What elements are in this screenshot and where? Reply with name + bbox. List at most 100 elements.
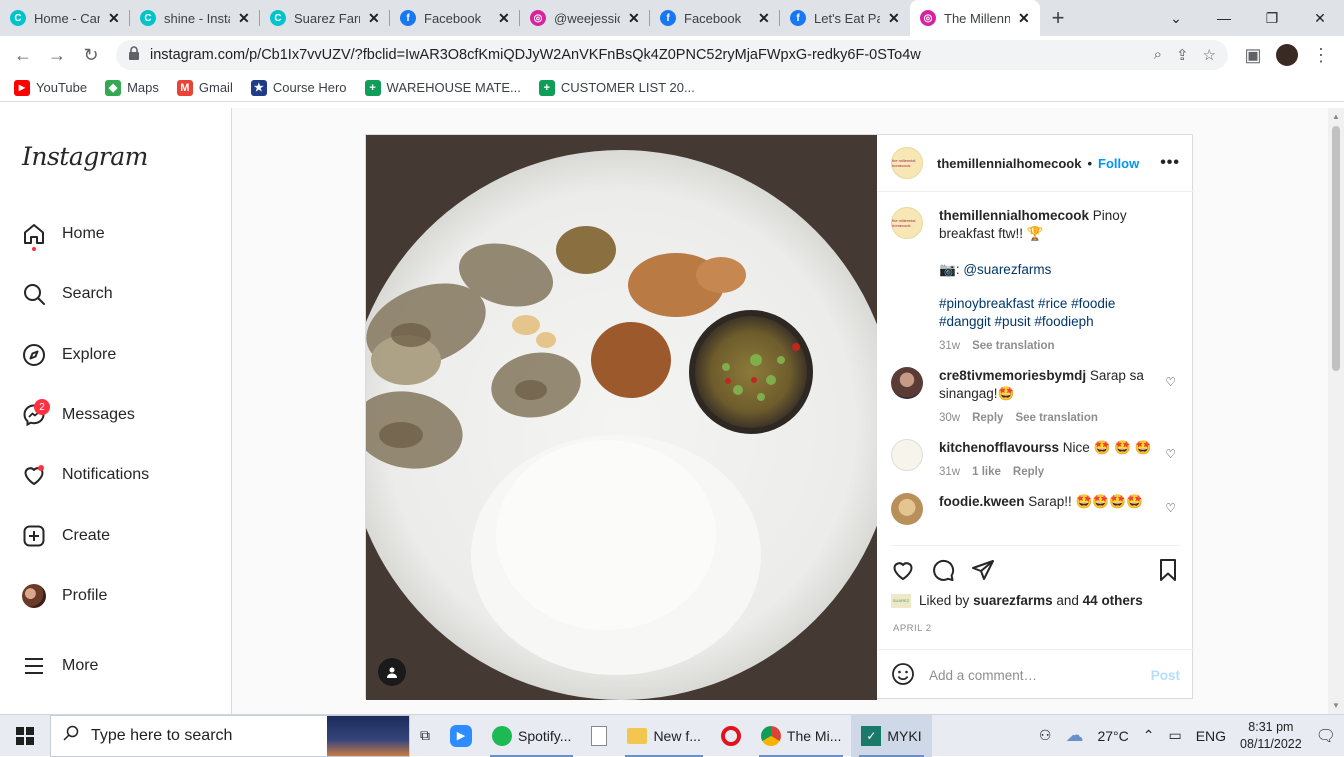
commenter-username[interactable]: kitchenofflavourss <box>939 440 1059 455</box>
restore-icon[interactable]: ❐ <box>1248 0 1296 36</box>
taskbar-app-file-explorer[interactable]: New f... <box>617 715 710 757</box>
tab-home-canva[interactable]: C Home - Canva ✕ <box>0 0 130 36</box>
sidebar-item-messages[interactable]: 2 Messages <box>20 395 220 435</box>
close-icon[interactable]: ✕ <box>108 10 120 27</box>
close-icon[interactable]: ✕ <box>498 10 510 27</box>
like-comment-heart-icon[interactable]: ♡ <box>1165 375 1176 389</box>
sidebar-item-profile[interactable]: Profile <box>20 576 220 616</box>
instagram-logo[interactable]: Instagram <box>22 142 148 171</box>
liker-avatar[interactable]: SUAREZ <box>891 593 911 608</box>
close-icon[interactable]: ✕ <box>628 10 640 27</box>
post-photo[interactable] <box>366 135 877 700</box>
minimize-icon[interactable]: — <box>1200 0 1248 36</box>
comment-bubble-icon[interactable] <box>931 558 955 585</box>
weather-temp[interactable]: 27°C <box>1097 728 1128 744</box>
tab-suarez-farms[interactable]: C Suarez Farms ✕ <box>260 0 390 36</box>
menu-kebab-icon[interactable]: ⋮ <box>1306 40 1336 70</box>
bookmark-star-icon[interactable]: ☆ <box>1203 46 1216 64</box>
forward-icon[interactable]: → <box>42 40 72 70</box>
language-indicator[interactable]: ENG <box>1196 728 1226 744</box>
comment-likes[interactable]: 1 like <box>972 463 1001 481</box>
reload-icon[interactable]: ↻ <box>76 40 106 70</box>
file-icon[interactable] <box>581 715 617 757</box>
scroll-up-arrow-icon[interactable]: ▲ <box>1332 112 1340 121</box>
chevron-up-icon[interactable]: ⌃ <box>1143 727 1155 744</box>
sidebar-item-explore[interactable]: Explore <box>20 335 220 375</box>
like-comment-heart-icon[interactable]: ♡ <box>1165 501 1176 515</box>
close-icon[interactable]: ✕ <box>888 10 900 27</box>
scrollbar-thumb[interactable] <box>1332 126 1340 371</box>
like-heart-icon[interactable] <box>891 558 915 585</box>
taskbar-app-myki[interactable]: ✓ MYKI <box>851 714 932 757</box>
author-avatar[interactable]: the millennial homecook <box>891 207 923 239</box>
sidebar-item-home[interactable]: Home <box>20 214 220 254</box>
close-icon[interactable]: ✕ <box>758 10 770 27</box>
bookmark-warehouse[interactable]: + WAREHOUSE MATE... <box>364 79 521 96</box>
see-translation-link[interactable]: See translation <box>972 337 1054 355</box>
bookmark-course-hero[interactable]: ★ Course Hero <box>250 79 347 96</box>
tab-the-millennial[interactable]: ◎ The Millennial ✕ <box>910 0 1040 36</box>
post-date[interactable]: APRIL 2 <box>893 623 932 634</box>
commenter-avatar[interactable] <box>891 439 923 471</box>
post-comment-button[interactable]: Post <box>1151 668 1180 683</box>
liked-others-link[interactable]: 44 others <box>1083 593 1143 608</box>
page-scrollbar[interactable]: ▲ ▼ <box>1328 108 1344 714</box>
profile-avatar[interactable] <box>1272 40 1302 70</box>
close-window-icon[interactable]: ✕ <box>1296 0 1344 36</box>
bookmark-customer-list[interactable]: + CUSTOMER LIST 20... <box>538 79 695 96</box>
bookmark-maps[interactable]: ◆ Maps <box>105 79 159 96</box>
share-icon[interactable]: ⇪ <box>1176 46 1189 64</box>
more-options-icon[interactable]: ••• <box>1160 154 1180 172</box>
tab-facebook-2[interactable]: f Facebook ✕ <box>650 0 780 36</box>
reply-button[interactable]: Reply <box>972 409 1003 427</box>
people-icon[interactable]: ⚇ <box>1039 727 1052 744</box>
zoom-app-icon[interactable]: ▶ <box>440 715 482 757</box>
hashtags[interactable]: #pinoybreakfast #rice #foodie #danggit #… <box>939 295 1158 331</box>
commenter-username[interactable]: foodie.kween <box>939 494 1025 509</box>
taskbar-search-input[interactable]: Type here to search <box>50 714 410 757</box>
sidebar-item-more[interactable]: More <box>20 646 220 686</box>
mention-link[interactable]: @suarezfarms <box>963 262 1051 277</box>
commenter-avatar[interactable] <box>891 367 923 399</box>
emoji-icon[interactable] <box>891 662 915 689</box>
close-icon[interactable]: ✕ <box>368 10 380 27</box>
opera-icon[interactable] <box>711 715 751 757</box>
lock-icon[interactable] <box>128 46 140 64</box>
author-username[interactable]: themillennialhomecook <box>937 156 1081 171</box>
new-tab-button[interactable]: + <box>1040 0 1076 36</box>
like-comment-heart-icon[interactable]: ♡ <box>1165 447 1176 461</box>
follow-button[interactable]: Follow <box>1098 156 1139 171</box>
taskbar-app-chrome[interactable]: The Mi... <box>751 715 851 757</box>
tagged-user-icon[interactable] <box>378 658 406 686</box>
liked-by-username[interactable]: suarezfarms <box>973 593 1053 608</box>
taskbar-app-spotify[interactable]: Spotify... <box>482 715 581 757</box>
close-icon[interactable]: ✕ <box>238 10 250 27</box>
notification-center-icon[interactable]: 🗨 <box>1316 726 1336 746</box>
clock[interactable]: 8:31 pm 08/11/2022 <box>1240 719 1302 753</box>
sidebar-item-notifications[interactable]: Notifications <box>20 455 220 495</box>
commenter-avatar[interactable] <box>891 493 923 525</box>
task-view-icon[interactable]: ⧉ <box>410 715 440 757</box>
weather-cloud-icon[interactable]: ☁ <box>1065 725 1083 746</box>
back-icon[interactable]: ← <box>8 40 38 70</box>
url-input[interactable]: instagram.com/p/Cb1Ix7vvUZV/?fbclid=IwAR… <box>116 40 1228 70</box>
reply-button[interactable]: Reply <box>1013 463 1044 481</box>
see-translation-link[interactable]: See translation <box>1015 409 1097 427</box>
tab-shine-instagram[interactable]: C shine - Instagram ✕ <box>130 0 260 36</box>
zoom-icon[interactable]: ⌕ <box>1154 46 1162 64</box>
windows-start-icon[interactable] <box>0 715 50 757</box>
battery-icon[interactable]: ▭ <box>1168 727 1181 744</box>
comment-input[interactable]: Add a comment… <box>929 668 1137 683</box>
tab-lets-eat-pare[interactable]: f Let's Eat Pare ✕ <box>780 0 910 36</box>
caption-username[interactable]: themillennialhomecook <box>939 208 1089 223</box>
tab-weejessica[interactable]: ◎ @weejessica ✕ <box>520 0 650 36</box>
tab-facebook[interactable]: f Facebook ✕ <box>390 0 520 36</box>
close-icon[interactable]: ✕ <box>1018 10 1030 27</box>
bookmark-youtube[interactable]: ▶ YouTube <box>14 79 87 96</box>
bookmark-gmail[interactable]: M Gmail <box>176 79 233 96</box>
tab-search-icon[interactable]: ⌄ <box>1152 0 1200 36</box>
save-bookmark-icon[interactable] <box>1156 558 1180 585</box>
share-paper-plane-icon[interactable] <box>971 558 995 585</box>
sidebar-item-search[interactable]: Search <box>20 274 220 314</box>
commenter-username[interactable]: cre8tivmemoriesbymdj <box>939 368 1086 383</box>
